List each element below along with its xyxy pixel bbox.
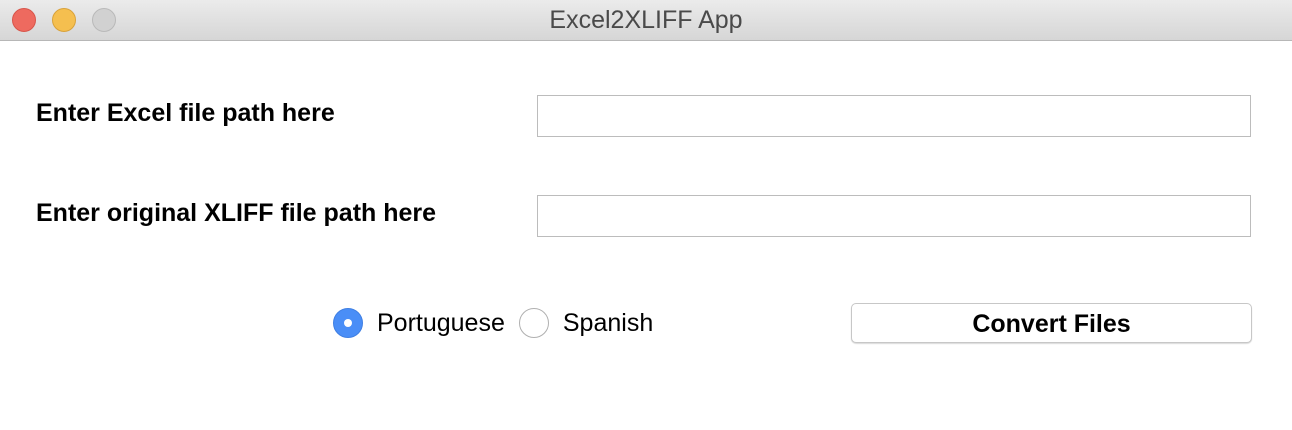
- language-radio-group: Portuguese Spanish: [333, 305, 667, 341]
- radio-button-portuguese[interactable]: [333, 308, 363, 338]
- radio-option-spanish[interactable]: Spanish: [518, 308, 667, 338]
- excel-path-label: Enter Excel file path here: [36, 99, 335, 127]
- xliff-path-input[interactable]: [537, 195, 1251, 237]
- convert-files-button[interactable]: Convert Files: [851, 303, 1252, 343]
- xliff-path-label: Enter original XLIFF file path here: [36, 199, 437, 227]
- title-bar[interactable]: Excel2XLIFF App: [0, 0, 1292, 41]
- app-window: Excel2XLIFF App Enter Excel file path he…: [0, 0, 1292, 430]
- radio-option-portuguese[interactable]: Portuguese: [333, 308, 519, 338]
- radio-label-portuguese[interactable]: Portuguese: [377, 309, 505, 338]
- radio-button-spanish[interactable]: [518, 308, 549, 338]
- radio-label-spanish[interactable]: Spanish: [563, 309, 653, 338]
- excel-path-input[interactable]: [537, 95, 1251, 137]
- window-title: Excel2XLIFF App: [549, 6, 743, 34]
